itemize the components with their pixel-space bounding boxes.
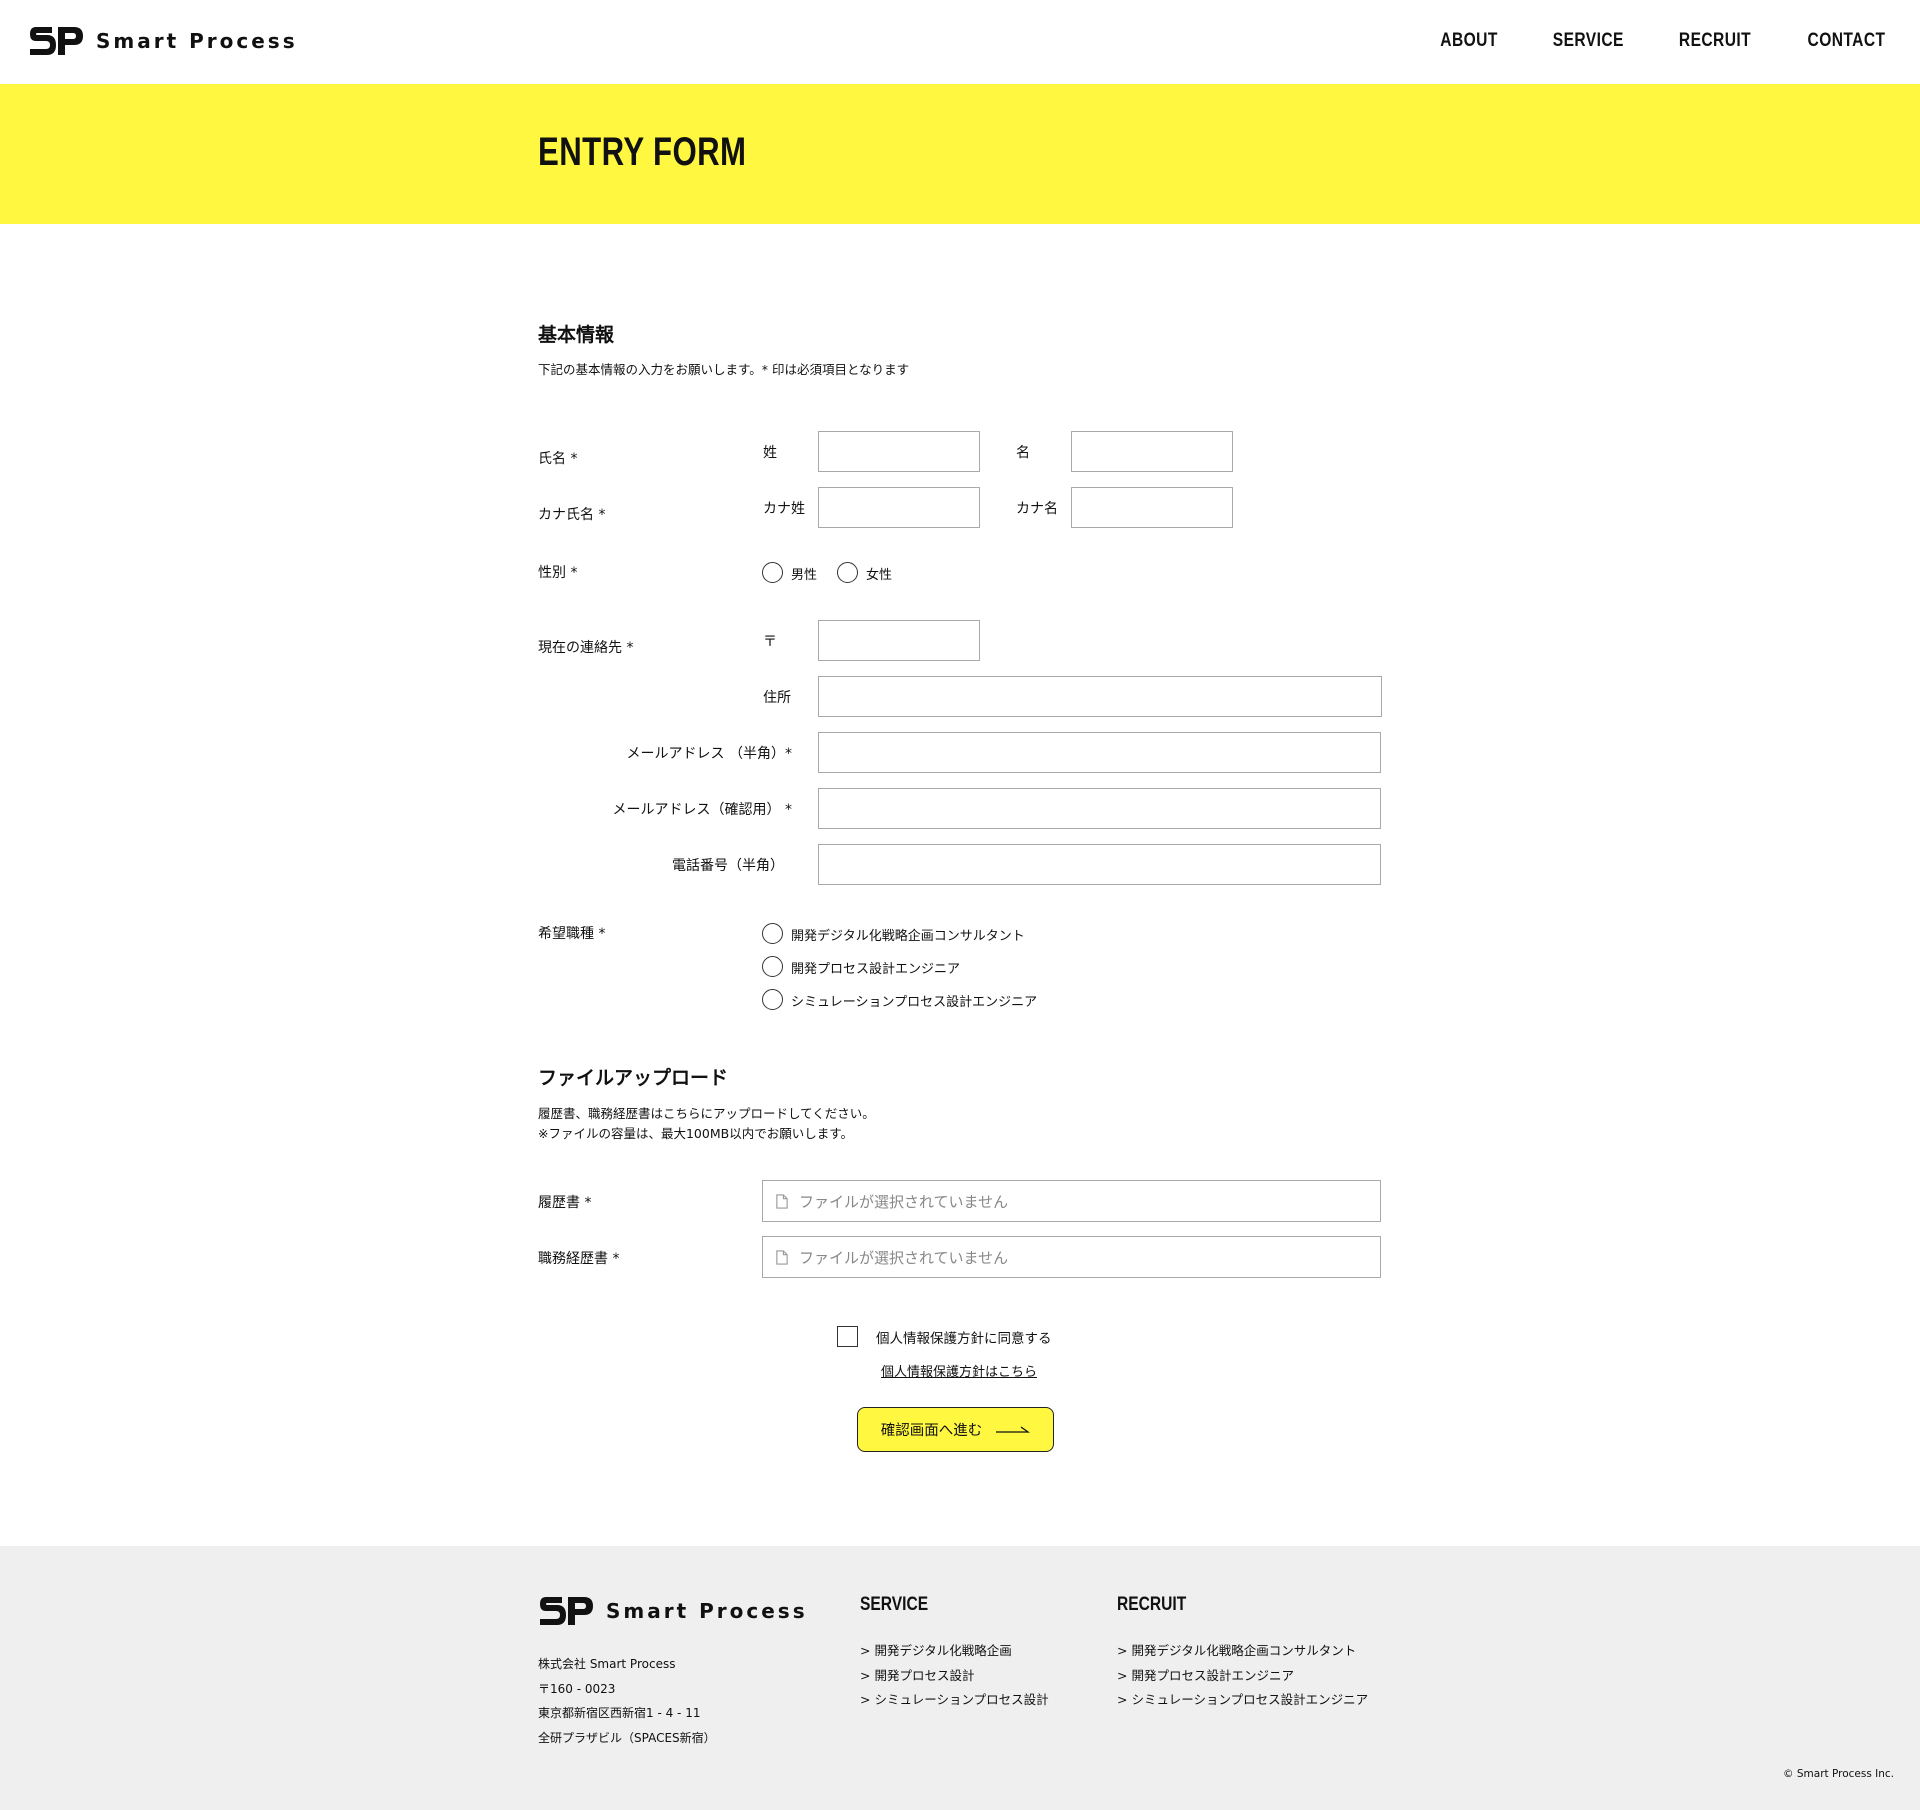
footer-logo[interactable]: Smart Process (538, 1594, 808, 1628)
postal-code-input[interactable] (818, 620, 980, 661)
nav-contact[interactable]: CONTACT (1808, 30, 1886, 52)
phone-label: 電話番号（半角） (672, 858, 784, 874)
resume-label: 履歴書 * (538, 1195, 592, 1211)
logo[interactable]: Smart Process (28, 24, 298, 58)
resume-file-status: ファイルが選択されていません (799, 1192, 1009, 1211)
gender-label: 性別 * (538, 565, 578, 581)
kana-name-label: カナ氏名 * (538, 507, 606, 523)
job-label-process-engineer: 開発プロセス設計エンジニア (791, 962, 961, 977)
address-label: 住所 (763, 690, 791, 706)
email-label: メールアドレス （半角）* (626, 746, 792, 762)
confirm-button[interactable]: 確認画面へ進む (857, 1407, 1054, 1452)
footer-service-link[interactable]: > 開発プロセス設計 (860, 1664, 1049, 1689)
footer-logo-text: Smart Process (606, 1599, 808, 1623)
postal-label: 〒 (763, 634, 777, 650)
nav-recruit[interactable]: RECRUIT (1679, 30, 1751, 52)
footer-service-link[interactable]: > シミュレーションプロセス設計 (860, 1688, 1049, 1713)
privacy-agree-checkbox[interactable] (837, 1326, 858, 1347)
job-radio-simulation-engineer[interactable] (762, 989, 783, 1010)
mei-label: 名 (1016, 445, 1030, 461)
hero-banner: ENTRY FORM (0, 84, 1920, 224)
file-icon (776, 1193, 788, 1209)
gender-female-label: 女性 (866, 568, 893, 583)
gender-male-label: 男性 (791, 568, 818, 583)
phone-input[interactable] (818, 844, 1381, 885)
company-name: 株式会社 Smart Process (538, 1657, 676, 1671)
kana-sei-label: カナ姓 (763, 501, 805, 517)
site-footer: Smart Process 株式会社 Smart Process 〒160 - … (0, 1546, 1920, 1810)
email-confirm-label: メールアドレス（確認用） * (612, 802, 792, 818)
upload-title: ファイルアップロード (538, 1067, 729, 1089)
name-label: 氏名 * (538, 451, 578, 467)
privacy-agree-label: 個人情報保護方針に同意する (876, 1331, 1052, 1347)
building-name: 全研プラザビル（SPACES新宿） (538, 1730, 716, 1745)
cv-file-input[interactable]: ファイルが選択されていません (762, 1236, 1381, 1278)
upload-desc-1: 履歴書、職務経歴書はこちらにアップロードしてください。 (538, 1106, 875, 1121)
cv-file-status: ファイルが選択されていません (799, 1248, 1009, 1267)
gender-female-radio[interactable] (837, 562, 858, 583)
upload-desc-2: ※ファイルの容量は、最大100MB以内でお願いします。 (538, 1126, 853, 1141)
footer-recruit-link[interactable]: > 開発プロセス設計エンジニア (1117, 1664, 1368, 1689)
logo-text: Smart Process (96, 29, 298, 53)
nav-service[interactable]: SERVICE (1552, 30, 1623, 52)
sei-input[interactable] (818, 431, 980, 472)
page-title: ENTRY FORM (538, 130, 747, 174)
job-radio-consultant[interactable] (762, 923, 783, 944)
email-input[interactable] (818, 732, 1381, 773)
basic-info-desc: 下記の基本情報の入力をお願いします。* 印は必須項目となります (538, 362, 910, 377)
copyright: © Smart Process Inc. (1783, 1768, 1894, 1780)
job-label: 希望職種 * (538, 926, 606, 942)
job-label-simulation-engineer: シミュレーションプロセス設計エンジニア (791, 995, 1038, 1010)
footer-recruit-link[interactable]: > シミュレーションプロセス設計エンジニア (1117, 1688, 1368, 1713)
street-address: 東京都新宿区西新宿1 - 4 - 11 (538, 1706, 701, 1720)
footer-recruit-list: > 開発デジタル化戦略企画コンサルタント > 開発プロセス設計エンジニア > シ… (1117, 1639, 1368, 1713)
contact-label: 現在の連絡先 * (538, 640, 634, 656)
arrow-right-icon (996, 1425, 1031, 1433)
footer-recruit-link[interactable]: > 開発デジタル化戦略企画コンサルタント (1117, 1639, 1368, 1664)
basic-info-title: 基本情報 (538, 324, 615, 346)
confirm-button-label: 確認画面へ進む (880, 1423, 983, 1439)
kana-mei-input[interactable] (1071, 487, 1233, 528)
kana-mei-label: カナ名 (1016, 501, 1058, 517)
file-icon (776, 1249, 788, 1265)
address-input[interactable] (818, 676, 1382, 717)
email-confirm-input[interactable] (818, 788, 1381, 829)
footer-recruit-title: RECRUIT (1117, 1594, 1187, 1615)
job-label-consultant: 開発デジタル化戦略企画コンサルタント (791, 929, 1025, 944)
gender-male-radio[interactable] (762, 562, 783, 583)
nav-about[interactable]: ABOUT (1441, 30, 1498, 52)
footer-service-link[interactable]: > 開発デジタル化戦略企画 (860, 1639, 1049, 1664)
job-radio-process-engineer[interactable] (762, 956, 783, 977)
resume-file-input[interactable]: ファイルが選択されていません (762, 1180, 1381, 1222)
cv-label: 職務経歴書 * (538, 1251, 620, 1267)
main-nav: ABOUT SERVICE RECRUIT CONTACT (1434, 30, 1894, 52)
kana-sei-input[interactable] (818, 487, 980, 528)
site-header: Smart Process ABOUT SERVICE RECRUIT CONT… (0, 0, 1920, 84)
sp-logo-icon (540, 1597, 593, 1625)
mei-input[interactable] (1071, 431, 1233, 472)
sp-logo-icon (30, 27, 83, 55)
postal-code: 〒160 - 0023 (538, 1681, 616, 1696)
footer-service-list: > 開発デジタル化戦略企画 > 開発プロセス設計 > シミュレーションプロセス設… (860, 1639, 1049, 1713)
company-address: 株式会社 Smart Process 〒160 - 0023 東京都新宿区西新宿… (538, 1652, 716, 1750)
sei-label: 姓 (763, 445, 777, 461)
privacy-policy-link[interactable]: 個人情報保護方針はこちら (881, 1361, 1037, 1380)
footer-service-title: SERVICE (860, 1594, 929, 1615)
